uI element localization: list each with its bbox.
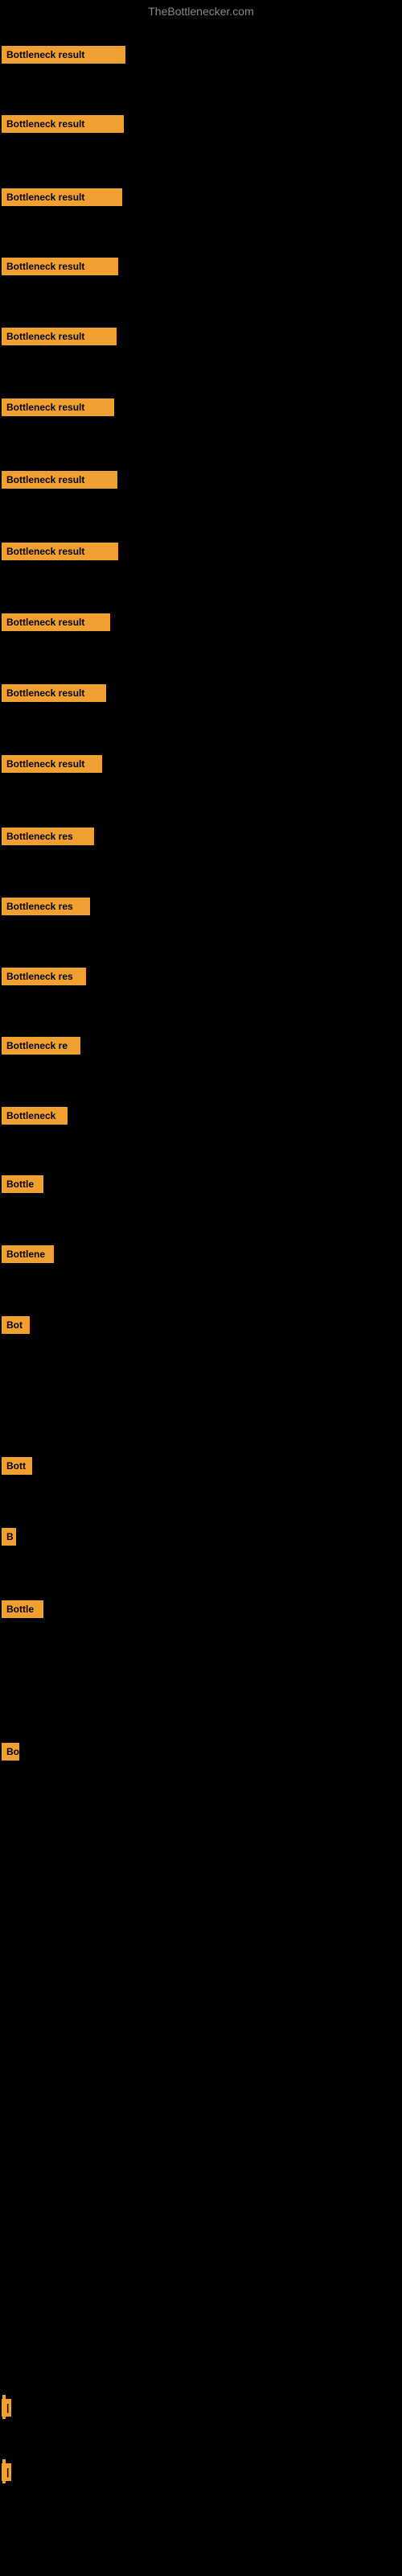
badge-row: Bottleneck res — [0, 898, 90, 919]
badge-row: Bot — [0, 1316, 30, 1338]
page-wrapper: TheBottlenecker.com Bottleneck result Bot… — [0, 0, 402, 2576]
badge-row: Bo — [0, 1743, 19, 1765]
badge-row: Bottleneck res — [0, 968, 86, 989]
badge-row: Bottleneck result — [0, 755, 102, 777]
badge-row: Bottleneck result — [0, 471, 117, 493]
badge-row: Bottleneck res — [0, 828, 94, 849]
bottleneck-badge[interactable]: Bottleneck result — [2, 46, 125, 64]
bottleneck-badge[interactable]: Bottleneck result — [2, 684, 106, 702]
bottleneck-badge[interactable]: Bottleneck result — [2, 258, 118, 275]
badge-row: Bottleneck — [0, 1107, 68, 1129]
bottleneck-badge[interactable]: Bottleneck result — [2, 188, 122, 206]
badge-row: Bottle — [0, 1175, 43, 1197]
badge-row: Bottleneck result — [0, 46, 125, 68]
site-title: TheBottlenecker.com — [0, 0, 402, 23]
badge-row: Bottleneck result — [0, 188, 122, 210]
bottleneck-badge[interactable]: Bottleneck result — [2, 613, 110, 631]
bottleneck-badge[interactable]: Bottleneck res — [2, 968, 86, 985]
badge-row: Bottleneck result — [0, 543, 118, 564]
badge-row: Bottleneck result — [0, 115, 124, 137]
bottleneck-badge[interactable]: Bottle — [2, 1175, 43, 1193]
badge-row: Bottle — [0, 1600, 43, 1622]
bottleneck-badge[interactable]: Bott — [2, 1457, 32, 1475]
bottleneck-badge[interactable]: Bottleneck result — [2, 471, 117, 489]
badge-row: Bottleneck result — [0, 398, 114, 420]
bottleneck-badge[interactable]: Bottleneck re — [2, 1037, 80, 1055]
bottleneck-badge[interactable]: B — [2, 1528, 16, 1546]
bottleneck-badge[interactable]: Bottleneck result — [2, 328, 117, 345]
bottleneck-badge[interactable]: Bottleneck res — [2, 828, 94, 845]
bottleneck-badge[interactable]: Bottleneck result — [2, 115, 124, 133]
bottleneck-badge[interactable]: Bottleneck result — [2, 543, 118, 560]
badge-row: Bottlene — [0, 1245, 54, 1267]
badge-row: B — [0, 1528, 16, 1550]
bottleneck-badge[interactable]: Bottleneck — [2, 1107, 68, 1125]
badge-row: Bottleneck re — [0, 1037, 80, 1059]
badge-row: Bott — [0, 1457, 32, 1479]
vertical-indicator-2 — [2, 2459, 6, 2483]
bottleneck-badge[interactable]: Bot — [2, 1316, 30, 1334]
bottleneck-badge[interactable]: Bottlene — [2, 1245, 54, 1263]
vertical-indicator-1 — [2, 2395, 6, 2419]
badge-row: Bottleneck result — [0, 684, 106, 706]
bottleneck-badge[interactable]: Bo — [2, 1743, 19, 1761]
bottleneck-badge[interactable]: Bottleneck result — [2, 398, 114, 416]
bottleneck-badge[interactable]: Bottleneck res — [2, 898, 90, 915]
bottleneck-badge[interactable]: Bottle — [2, 1600, 43, 1618]
badge-row: Bottleneck result — [0, 328, 117, 349]
badge-row: Bottleneck result — [0, 258, 118, 279]
bottleneck-badge[interactable]: Bottleneck result — [2, 755, 102, 773]
badge-row: Bottleneck result — [0, 613, 110, 635]
